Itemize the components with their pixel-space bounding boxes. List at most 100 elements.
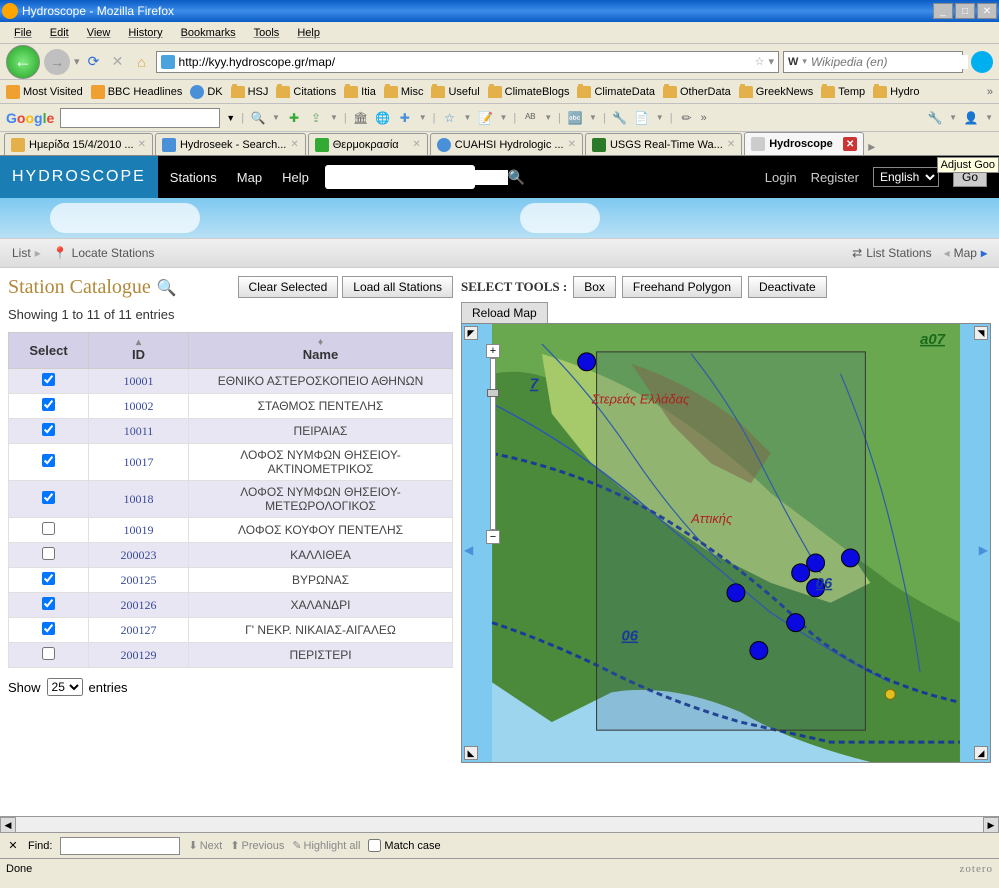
gtool-settings-icon[interactable]: 🔧 bbox=[927, 110, 943, 126]
row-checkbox[interactable] bbox=[42, 572, 55, 585]
zotero-button[interactable]: zotero bbox=[960, 863, 993, 875]
menu-file[interactable]: File bbox=[6, 25, 40, 41]
bookmark-otherdata[interactable]: OtherData bbox=[663, 86, 731, 98]
tab-close-icon[interactable]: ✕ bbox=[412, 139, 420, 150]
search-engine-icon[interactable]: W bbox=[788, 56, 798, 68]
hydro-search-input[interactable] bbox=[331, 170, 508, 185]
entries-select[interactable]: 25 bbox=[47, 678, 83, 696]
tab-item[interactable]: USGS Real-Time Wa...✕ bbox=[585, 133, 742, 155]
gtool-autofill-icon[interactable]: 📝 bbox=[477, 110, 493, 126]
back-button[interactable]: ← bbox=[6, 45, 40, 79]
address-input[interactable] bbox=[179, 55, 751, 69]
list-toggle[interactable]: List ▸ bbox=[12, 246, 41, 260]
row-checkbox[interactable] bbox=[42, 491, 55, 504]
gtool-share-icon[interactable]: ⇪ bbox=[308, 110, 324, 126]
table-row[interactable]: 200129ΠΕΡΙΣΤΕΡΙ bbox=[9, 643, 453, 668]
reload-button[interactable]: ⟳ bbox=[84, 52, 104, 72]
address-bar[interactable]: ☆ ▾ bbox=[156, 51, 779, 73]
stop-button[interactable]: ✕ bbox=[108, 52, 128, 72]
row-checkbox[interactable] bbox=[42, 398, 55, 411]
gtool-plus-icon[interactable]: ✚ bbox=[286, 110, 302, 126]
row-checkbox[interactable] bbox=[42, 373, 55, 386]
menu-history[interactable]: History bbox=[120, 25, 170, 41]
map-toggle[interactable]: ◂ Map ▸ bbox=[944, 246, 987, 260]
register-link[interactable]: Register bbox=[811, 170, 859, 185]
clear-selected-button[interactable]: Clear Selected bbox=[238, 276, 339, 298]
menu-help[interactable]: Help bbox=[289, 25, 328, 41]
forward-button[interactable]: → bbox=[44, 49, 70, 75]
pan-right-button[interactable]: ▶ bbox=[979, 543, 988, 557]
map[interactable]: Στερεάς Ελλάδας Αττικής a07 06 06 7 + − … bbox=[461, 323, 991, 763]
minimize-button[interactable]: _ bbox=[933, 3, 953, 19]
menu-edit[interactable]: Edit bbox=[42, 25, 77, 41]
freehand-tool-button[interactable]: Freehand Polygon bbox=[622, 276, 742, 298]
table-row[interactable]: 10001ΕΘΝΙΚΟ ΑΣΤΕΡΟΣΚΟΠΕΙΟ ΑΘΗΝΩΝ bbox=[9, 369, 453, 394]
tab-close-icon[interactable]: ✕ bbox=[290, 139, 298, 150]
gtool-sidewiki-icon[interactable]: 🏛 bbox=[353, 110, 369, 126]
bookmark-temp[interactable]: Temp bbox=[821, 86, 865, 98]
col-select[interactable]: Select bbox=[9, 333, 89, 369]
reload-map-button[interactable]: Reload Map bbox=[461, 302, 548, 323]
menu-bookmarks[interactable]: Bookmarks bbox=[173, 25, 244, 41]
gtool-overflow[interactable]: » bbox=[701, 112, 707, 124]
gtool-highlight-icon[interactable]: ✏ bbox=[679, 110, 695, 126]
menu-view[interactable]: View bbox=[79, 25, 119, 41]
table-row[interactable]: 10019ΛΟΦΟΣ ΚΟΥΦΟΥ ΠΕΝΤΕΛΗΣ bbox=[9, 518, 453, 543]
bookmark-useful[interactable]: Useful bbox=[431, 86, 479, 98]
table-row[interactable]: 10017ΛΟΦΟΣ ΝΥΜΦΩΝ ΘΗΣΕΙΟΥ-ΑΚΤΙΝΟΜΕΤΡΙΚΟΣ bbox=[9, 444, 453, 481]
bookmark-climatedata[interactable]: ClimateData bbox=[577, 86, 655, 98]
bookmark-star-icon[interactable]: ☆ bbox=[755, 55, 765, 68]
gtool-spellcheck-icon[interactable]: ᴬᴮ bbox=[522, 110, 538, 126]
bookmark-citations[interactable]: Citations bbox=[276, 86, 336, 98]
find-input[interactable] bbox=[60, 837, 180, 855]
bookmark-dk[interactable]: DK bbox=[190, 85, 222, 99]
tab-close-icon[interactable]: ✕ bbox=[843, 137, 857, 151]
tab-close-icon[interactable]: ✕ bbox=[568, 139, 576, 150]
map-corner-bl[interactable]: ◣ bbox=[464, 746, 478, 760]
bookmark-climateblogs[interactable]: ClimateBlogs bbox=[488, 86, 570, 98]
bookmark-bbc[interactable]: BBC Headlines bbox=[91, 85, 183, 99]
table-row[interactable]: 10011ΠΕΙΡΑΙΑΣ bbox=[9, 419, 453, 444]
nav-map[interactable]: Map bbox=[237, 170, 262, 185]
col-name[interactable]: ♦Name bbox=[189, 333, 453, 369]
search-box[interactable]: W ▾ 🔍 bbox=[783, 51, 963, 73]
tab-item[interactable]: CUAHSI Hydrologic ...✕ bbox=[430, 133, 583, 155]
zoom-handle[interactable] bbox=[487, 389, 499, 397]
tab-item[interactable]: Θερμοκρασία✕ bbox=[308, 133, 428, 155]
gtool-page-icon[interactable]: 📄 bbox=[634, 110, 650, 126]
highlight-all-button[interactable]: ✎ Highlight all bbox=[292, 839, 360, 852]
table-row[interactable]: 200125ΒΥΡΩΝΑΣ bbox=[9, 568, 453, 593]
tab-close-icon[interactable]: ✕ bbox=[727, 139, 735, 150]
gtool-wrench1-icon[interactable]: 🔧 bbox=[612, 110, 628, 126]
search-input[interactable] bbox=[811, 55, 968, 69]
list-stations-button[interactable]: ⇄ List Stations bbox=[852, 246, 931, 260]
hydroscope-logo[interactable]: HYDROSCOPE bbox=[0, 156, 158, 198]
menu-tools[interactable]: Tools bbox=[246, 25, 288, 41]
bookmark-hydro[interactable]: Hydro bbox=[873, 86, 919, 98]
language-select[interactable]: English bbox=[873, 167, 939, 187]
find-close-button[interactable]: ✕ bbox=[6, 839, 20, 853]
nav-help[interactable]: Help bbox=[282, 170, 309, 185]
box-tool-button[interactable]: Box bbox=[573, 276, 616, 298]
find-prev-button[interactable]: ⬆ Previous bbox=[230, 839, 284, 852]
find-next-button[interactable]: ⬇ Next bbox=[188, 839, 222, 852]
zoom-in-button[interactable]: + bbox=[486, 344, 500, 358]
scroll-left-button[interactable]: ◀ bbox=[0, 817, 16, 833]
new-tab-button[interactable]: ▸ bbox=[868, 138, 875, 155]
bookmark-itia[interactable]: Itia bbox=[344, 86, 376, 98]
match-case-checkbox[interactable]: Match case bbox=[368, 839, 440, 852]
row-checkbox[interactable] bbox=[42, 547, 55, 560]
login-link[interactable]: Login bbox=[765, 170, 797, 185]
google-search-input[interactable] bbox=[60, 108, 220, 128]
tab-item[interactable]: Ημερίδα 15/4/2010 ...✕ bbox=[4, 133, 153, 155]
map-corner-tr[interactable]: ◥ bbox=[974, 326, 988, 340]
tab-item[interactable]: Hydroseek - Search...✕ bbox=[155, 133, 306, 155]
row-checkbox[interactable] bbox=[42, 647, 55, 660]
hydro-search[interactable]: 🔍 bbox=[325, 165, 475, 189]
deactivate-tool-button[interactable]: Deactivate bbox=[748, 276, 827, 298]
zoom-slider[interactable]: + − bbox=[486, 344, 500, 544]
bookmark-most-visited[interactable]: Most Visited bbox=[6, 85, 83, 99]
map-corner-br[interactable]: ◢ bbox=[974, 746, 988, 760]
nav-stations[interactable]: Stations bbox=[170, 170, 217, 185]
row-checkbox[interactable] bbox=[42, 597, 55, 610]
